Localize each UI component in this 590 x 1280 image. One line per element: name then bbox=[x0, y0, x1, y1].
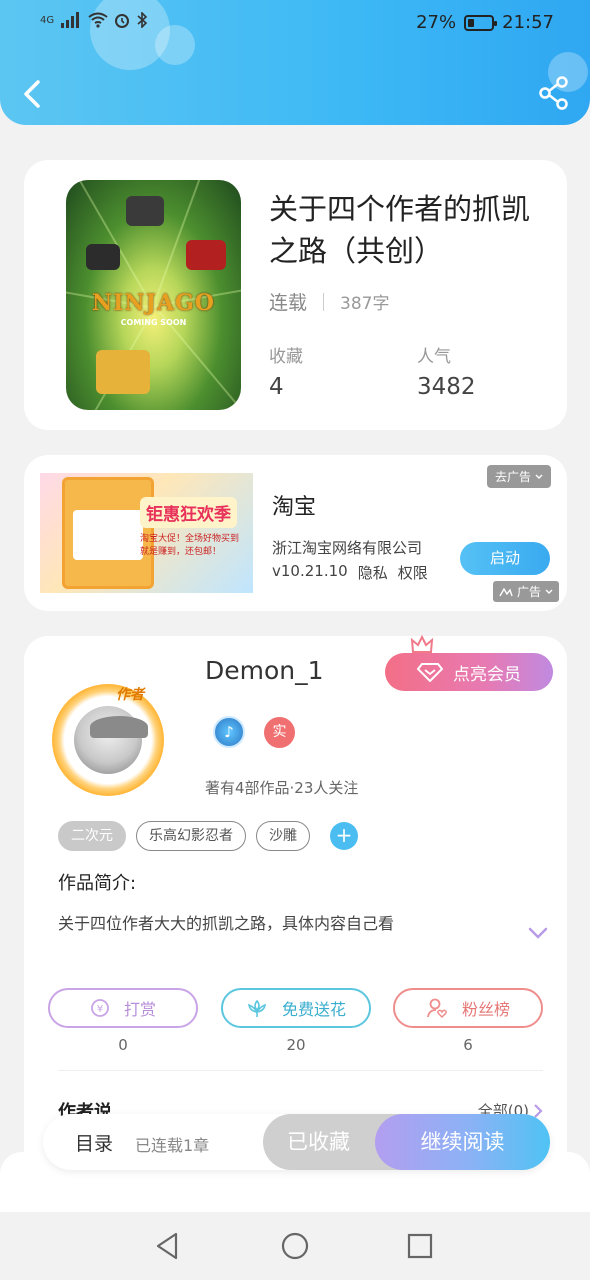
battery-percent: 27% bbox=[416, 12, 457, 33]
serial-status: 连载 bbox=[269, 292, 308, 314]
remove-ad-button[interactable]: 去广告 bbox=[486, 465, 551, 488]
favorites-value: 4 bbox=[269, 374, 284, 400]
remove-ad-label: 去广告 bbox=[494, 470, 531, 484]
book-status-row: 连载 387字 bbox=[269, 288, 389, 315]
book-title: 关于四个作者的抓凯之路（共创） bbox=[269, 192, 531, 268]
bottom-action-bar: 目录 已连载1章 已收藏 继续阅读 bbox=[43, 1114, 550, 1170]
activate-vip-button[interactable]: 点亮会员 bbox=[385, 653, 553, 691]
author-meta: 著有4部作品·23人关注 bbox=[205, 779, 359, 797]
book-info-card: NINJAGO COMING SOON 关于四个作者的抓凯之路（共创） 连载 3… bbox=[24, 160, 567, 430]
fan-count: 6 bbox=[463, 1036, 473, 1054]
music-badge-icon[interactable]: ♪ bbox=[213, 716, 245, 748]
cover-sub-text: COMING SOON bbox=[120, 318, 187, 327]
nav-back-icon[interactable] bbox=[152, 1230, 184, 1262]
header-bar: 4G 27% 21:57 bbox=[0, 0, 590, 125]
author-badge-tag: 作者 bbox=[116, 687, 144, 703]
nav-recent-icon[interactable] bbox=[404, 1230, 436, 1262]
diamond-icon bbox=[417, 663, 443, 682]
flower-icon bbox=[247, 999, 267, 1017]
status-bar-right: 27% 21:57 bbox=[416, 12, 554, 33]
wifi-icon bbox=[88, 12, 108, 28]
chevron-down-icon[interactable] bbox=[528, 926, 548, 940]
signal-icon bbox=[61, 12, 80, 28]
decor-bubble bbox=[155, 25, 195, 65]
word-count: 387字 bbox=[340, 294, 390, 314]
cover-figure bbox=[186, 240, 226, 270]
chevron-down-icon bbox=[535, 474, 543, 479]
send-flower-label: 免费送花 bbox=[281, 1000, 346, 1019]
battery-icon bbox=[464, 14, 498, 31]
favorites-label: 收藏 bbox=[269, 347, 303, 367]
battery-level bbox=[468, 18, 475, 27]
share-icon[interactable] bbox=[538, 76, 570, 110]
tag-list: 二次元 乐高幻影忍者 沙雕 + bbox=[58, 821, 358, 851]
chapter-info: 已连载1章 bbox=[135, 1136, 210, 1155]
ad-meta-row: v10.21.10 隐私 权限 bbox=[272, 562, 428, 583]
alarm-icon bbox=[115, 14, 130, 28]
intro-text: 关于四位作者大大的抓凯之路，具体内容自己看 bbox=[58, 914, 395, 933]
author-avatar[interactable] bbox=[52, 684, 164, 796]
continue-reading-button[interactable]: 继续阅读 bbox=[375, 1114, 550, 1170]
send-flower-button[interactable]: 免费送花 bbox=[221, 988, 371, 1028]
toc-button[interactable]: 目录 bbox=[75, 1129, 113, 1156]
ad-company: 浙江淘宝网络有限公司 bbox=[272, 539, 423, 557]
fan-ranking-label: 粉丝榜 bbox=[461, 1000, 510, 1019]
user-heart-icon bbox=[427, 998, 447, 1019]
cover-figure bbox=[96, 350, 150, 394]
reward-count: 0 bbox=[118, 1036, 128, 1054]
divider bbox=[58, 1070, 543, 1071]
ad-launch-button[interactable]: 启动 bbox=[460, 542, 550, 575]
cover-title-text: NINJAGO bbox=[92, 290, 215, 316]
clock-time: 21:57 bbox=[502, 12, 554, 33]
ad-network-icon bbox=[499, 587, 513, 596]
intro-label: 作品简介: bbox=[58, 873, 137, 894]
book-cover-image[interactable]: NINJAGO COMING SOON bbox=[66, 180, 241, 410]
popularity-label: 人气 bbox=[417, 347, 451, 367]
cover-figure bbox=[126, 196, 164, 226]
system-nav-bar bbox=[0, 1212, 590, 1280]
svg-text:¥: ¥ bbox=[97, 1004, 103, 1015]
yen-coin-icon: ¥ bbox=[91, 999, 109, 1017]
verified-badge[interactable]: 实 bbox=[264, 717, 295, 748]
flower-count: 20 bbox=[286, 1036, 306, 1054]
chevron-left-icon[interactable] bbox=[18, 76, 48, 112]
nav-home-icon[interactable] bbox=[279, 1230, 311, 1262]
reward-label: 打赏 bbox=[123, 1000, 156, 1019]
ad-label-tag[interactable]: 广告 bbox=[492, 581, 559, 602]
vip-button-label: 点亮会员 bbox=[453, 664, 521, 685]
bluetooth-icon bbox=[137, 12, 148, 28]
ad-phone-screen bbox=[73, 510, 143, 560]
fan-ranking-button[interactable]: 粉丝榜 bbox=[393, 988, 543, 1028]
avatar-hat bbox=[90, 716, 148, 738]
add-tag-icon[interactable]: + bbox=[330, 822, 358, 850]
author-name[interactable]: Demon_1 bbox=[205, 656, 324, 685]
tag-item[interactable]: 沙雕 bbox=[256, 821, 310, 851]
tag-item[interactable]: 乐高幻影忍者 bbox=[136, 821, 246, 851]
status-bar-left: 4G bbox=[40, 12, 148, 28]
ad-image[interactable]: 钜惠狂欢季 淘宝大促！全场好物买到就是赚到，还包邮！ bbox=[40, 473, 253, 593]
tag-item[interactable]: 二次元 bbox=[58, 821, 126, 851]
divider bbox=[323, 292, 325, 311]
ad-permissions-link[interactable]: 权限 bbox=[398, 562, 428, 583]
ad-label-text: 广告 bbox=[516, 585, 541, 599]
popularity-value: 3482 bbox=[417, 374, 476, 400]
author-card: 作者 Demon_1 点亮会员 ♪ 实 著有4部作品·23人关注 二次元 乐高幻… bbox=[24, 634, 567, 1196]
ad-version: v10.21.10 bbox=[272, 562, 348, 580]
reward-button[interactable]: ¥ 打赏 bbox=[48, 988, 198, 1028]
avatar-portrait bbox=[74, 706, 148, 774]
network-label: 4G bbox=[40, 14, 55, 26]
ad-app-name: 淘宝 bbox=[272, 495, 317, 520]
ad-image-subtext: 淘宝大促！全场好物买到就是赚到，还包邮！ bbox=[140, 534, 240, 557]
ad-card[interactable]: 钜惠狂欢季 淘宝大促！全场好物买到就是赚到，还包邮！ 淘宝 浙江淘宝网络有限公司… bbox=[24, 455, 567, 611]
cover-figure bbox=[86, 244, 120, 270]
chevron-down-icon bbox=[545, 589, 553, 594]
ad-privacy-link[interactable]: 隐私 bbox=[358, 562, 388, 583]
ad-image-banner: 钜惠狂欢季 bbox=[140, 497, 237, 528]
